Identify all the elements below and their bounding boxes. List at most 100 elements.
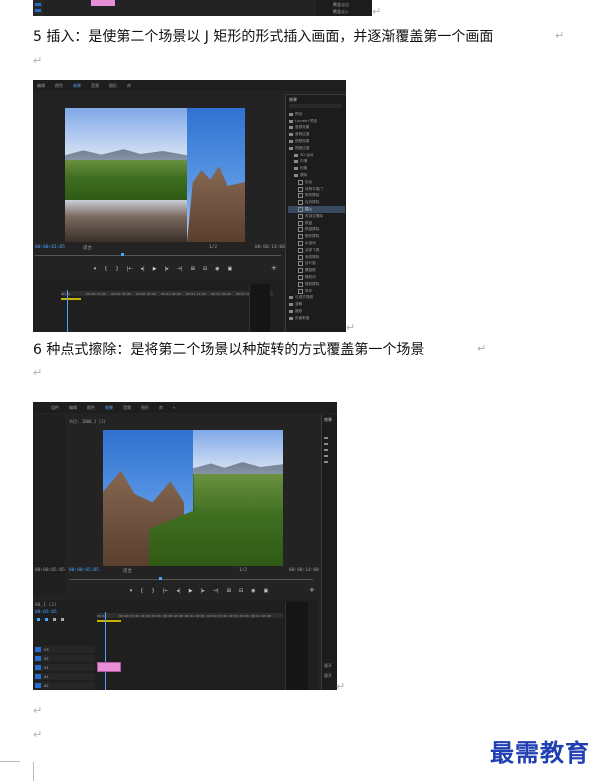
track-header-a1[interactable]: A1 <box>35 673 95 680</box>
sequence-name: 00_1 (2) <box>35 603 57 608</box>
step-forward-button[interactable]: |▸ <box>201 588 205 594</box>
effects-folder[interactable]: 视频效果 <box>288 138 345 145</box>
marker-icon[interactable] <box>53 618 56 621</box>
effects-item[interactable]: 插入 <box>288 206 345 213</box>
timeline-playhead[interactable] <box>105 612 106 690</box>
export-frame-button[interactable]: ◉ <box>215 266 219 272</box>
export-frame-button[interactable]: ◉ <box>251 588 255 594</box>
track-header-v3[interactable]: V3 <box>35 646 95 653</box>
timeline-playhead[interactable] <box>67 290 68 332</box>
program-title: 节目: 1000_1 (2) <box>69 419 106 424</box>
folder-icon <box>289 140 293 144</box>
step-back-button[interactable]: ◂| <box>141 266 145 272</box>
scrub-bar[interactable] <box>35 255 281 256</box>
folder-icon <box>294 153 298 157</box>
compare-button[interactable]: ▣ <box>227 266 232 272</box>
fit-dropdown[interactable]: 适合 <box>83 245 92 251</box>
effects-item[interactable]: 棋盘 <box>288 220 345 227</box>
add-button[interactable]: + <box>309 586 315 594</box>
menu-item-active[interactable]: 效果 <box>73 83 81 89</box>
lift-button[interactable]: ⊞ <box>227 588 231 594</box>
mark-in-button[interactable]: { <box>140 588 143 594</box>
lift-button[interactable]: ⊞ <box>191 266 195 272</box>
effects-item[interactable]: 螺旋框 <box>288 267 345 274</box>
effects-folder[interactable]: 划像 <box>288 165 345 172</box>
marker-button[interactable]: ▾ <box>130 588 133 594</box>
go-to-in-button[interactable]: |← <box>163 588 169 594</box>
effects-item[interactable]: 径向擦除 <box>288 199 345 206</box>
effects-folder[interactable]: 3D 运动 <box>288 152 345 159</box>
menu-item[interactable]: 音频 <box>91 83 99 89</box>
playhead-marker[interactable] <box>159 577 162 580</box>
menu-item[interactable]: 库 <box>127 83 131 89</box>
extract-button[interactable]: ⊟ <box>239 588 243 594</box>
extract-button[interactable]: ⊟ <box>203 266 207 272</box>
video-clip-with-transition[interactable] <box>97 662 121 672</box>
track-header-v2[interactable]: V2 <box>35 655 95 662</box>
playhead-marker[interactable] <box>121 253 124 256</box>
effects-folder[interactable]: 擦除 <box>288 172 345 179</box>
track-header-v1[interactable]: V1 <box>35 664 95 671</box>
effects-folder[interactable]: 溶解 <box>288 301 345 308</box>
step-back-button[interactable]: ◂| <box>177 588 181 594</box>
menu-item[interactable]: 颜色 <box>55 83 63 89</box>
workspace-menu: 编辑 颜色 效果 音频 图形 库 <box>33 80 346 91</box>
step-forward-button[interactable]: |▸ <box>165 266 169 272</box>
effects-item[interactable]: 随机擦除 <box>288 281 345 288</box>
menu-item[interactable]: 库 <box>159 405 163 411</box>
effects-folder[interactable]: 音频过渡 <box>288 131 345 138</box>
effects-label: 径向擦除 <box>305 200 320 205</box>
effects-folder[interactable]: 缩放 <box>288 308 345 315</box>
go-to-in-button[interactable]: |← <box>127 266 133 272</box>
effects-item[interactable]: 风车 <box>288 288 345 295</box>
effects-item[interactable]: 双侧平推门 <box>288 186 345 193</box>
add-button[interactable]: + <box>271 264 277 272</box>
more-workspaces-icon[interactable]: » <box>173 405 175 410</box>
effects-item[interactable]: 时钟式擦除 <box>288 213 345 220</box>
effects-item[interactable]: 随机块 <box>288 274 345 281</box>
menu-item[interactable]: 图形 <box>109 83 117 89</box>
effects-item[interactable]: 百叶窗 <box>288 261 345 268</box>
play-button[interactable]: ▶ <box>153 266 157 272</box>
menu-item[interactable]: 音频 <box>123 405 131 411</box>
effects-item[interactable]: 水波块 <box>288 240 345 247</box>
effects-item[interactable]: 棋盘擦除 <box>288 227 345 234</box>
go-to-out-button[interactable]: →| <box>177 266 183 272</box>
fit-dropdown[interactable]: 适合 <box>123 568 132 574</box>
mark-out-button[interactable]: } <box>115 266 118 272</box>
marker-button[interactable]: ▾ <box>94 266 97 272</box>
menu-item-active[interactable]: 效果 <box>105 405 113 411</box>
go-to-out-button[interactable]: →| <box>213 588 219 594</box>
snap-icon[interactable] <box>37 618 40 621</box>
effects-folder[interactable]: 沉浸式视频 <box>288 295 345 302</box>
effects-item[interactable]: 油漆飞溅 <box>288 247 345 254</box>
resolution-dropdown[interactable]: 1/2 <box>239 568 247 573</box>
menu-item[interactable]: 编辑 <box>69 405 77 411</box>
effects-item[interactable]: 渐变擦除 <box>288 254 345 261</box>
resolution-dropdown[interactable]: 1/2 <box>209 245 217 250</box>
menu-item[interactable]: 图形 <box>141 405 149 411</box>
compare-button[interactable]: ▣ <box>263 588 268 594</box>
menu-item[interactable]: 编辑 <box>37 83 45 89</box>
effects-folder[interactable]: Lumetri 预设 <box>288 118 345 125</box>
mark-in-button[interactable]: { <box>104 266 107 272</box>
track-header-a2[interactable]: A2 <box>35 682 95 689</box>
effects-folder[interactable]: 内滑 <box>288 159 345 166</box>
effects-item[interactable]: 划出 <box>288 179 345 186</box>
workspace-menu: 组件 编辑 颜色 效果 音频 图形 库 » <box>33 402 337 413</box>
effects-folder[interactable]: 页面剥落 <box>288 315 345 322</box>
linked-icon[interactable] <box>45 618 48 621</box>
effects-item[interactable]: 楔形擦除 <box>288 233 345 240</box>
effects-folder[interactable]: 音频效果 <box>288 125 345 132</box>
wrench-icon[interactable] <box>61 618 64 621</box>
effects-search[interactable] <box>289 104 342 108</box>
menu-item[interactable]: 颜色 <box>87 405 95 411</box>
effects-item[interactable]: 带状擦除 <box>288 193 345 200</box>
effects-folder[interactable]: 预设 <box>288 111 345 118</box>
play-button[interactable]: ▶ <box>189 588 193 594</box>
mark-out-button[interactable]: } <box>151 588 154 594</box>
paragraph-mark: ↵ <box>33 704 43 717</box>
effects-folder[interactable]: 视频过渡 <box>288 145 345 152</box>
menu-item[interactable]: 组件 <box>51 405 59 411</box>
scrub-bar[interactable] <box>69 579 313 580</box>
